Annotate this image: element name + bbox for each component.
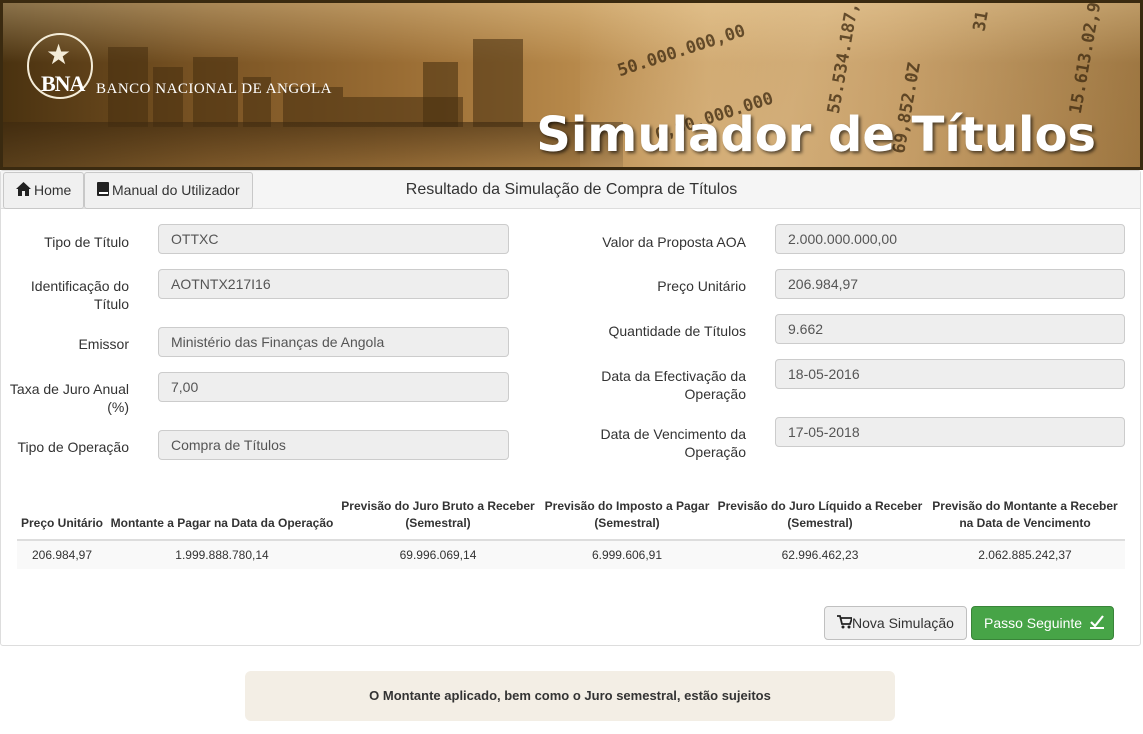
column-header: Previsão do Montante a Receber na Data d… [925,495,1125,541]
column-header: Previsão do Juro Líquido a Receber (Seme… [715,495,925,541]
column-header: Montante a Pagar na Data da Operação [107,495,337,541]
star-icon: ★ [46,39,72,70]
logo-text: BNA [41,71,85,96]
passo-seguinte-button[interactable]: Passo Seguinte [971,606,1114,640]
column-header: Previsão do Juro Bruto a Receber (Semest… [337,495,539,541]
field-valor-proposta: 2.000.000.000,00 [775,224,1125,254]
column-header: Previsão do Imposto a Pagar (Semestral) [539,495,715,541]
bna-logo: ★ BNA [27,33,93,99]
label-preco-unitario: Preço Unitário [657,278,746,294]
table-cell: 69.996.069,14 [337,540,539,569]
label-valor-proposta: Valor da Proposta AOA [602,234,746,250]
results-table: Preço Unitário Montante a Pagar na Data … [17,495,1125,569]
cart-icon [837,608,854,640]
table-cell: 206.984,97 [17,540,107,569]
simulation-result-panel: Home Manual do Utilizador Resultado da S… [0,170,1141,646]
passo-seguinte-label: Passo Seguinte [984,615,1083,631]
table-cell: 6.999.606,91 [539,540,715,569]
simulator-title: Simulador de Títulos [536,107,1096,163]
table-header-row: Preço Unitário Montante a Pagar na Data … [17,495,1125,541]
label-tipo-operacao: Tipo de Operação [17,439,129,455]
field-data-vencimento: 17-05-2018 [775,417,1125,447]
panel-heading: Home Manual do Utilizador Resultado da S… [1,171,1140,209]
notice-alert: O Montante aplicado, bem como o Juro sem… [245,671,895,721]
banner-number: 31 [969,9,993,33]
label-identificacao-titulo: Identificação do Título [30,278,129,312]
table-cell: 1.999.888.780,14 [107,540,337,569]
table-cell: 62.996.462,23 [715,540,925,569]
label-data-vencimento: Data de Vencimento da Operação [600,426,746,460]
table-row: 206.984,97 1.999.888.780,14 69.996.069,1… [17,540,1125,569]
field-emissor: Ministério das Finanças de Angola [158,327,509,357]
field-quantidade-titulos: 9.662 [775,314,1125,344]
check-edit-icon [1089,608,1104,640]
panel-title: Resultado da Simulação de Compra de Títu… [405,181,738,198]
header-banner: 50.000.000,00 55.534.187,9 0,00.000.000 … [0,0,1143,170]
label-data-efectivacao: Data da Efectivação da Operação [601,368,746,402]
field-data-efectivacao: 18-05-2016 [775,359,1125,389]
field-tipo-operacao: Compra de Títulos [158,430,509,460]
label-tipo-titulo: Tipo de Título [44,234,129,250]
bank-name: BANCO NACIONAL DE ANGOLA [96,81,333,97]
nova-simulacao-button[interactable]: Nova Simulação [824,606,967,640]
field-tipo-titulo: OTTXC [158,224,509,254]
banner-water [3,122,623,167]
nova-simulacao-label: Nova Simulação [852,615,954,631]
table-cell: 2.062.885.242,37 [925,540,1125,569]
column-header: Preço Unitário [17,495,107,541]
field-preco-unitario: 206.984,97 [775,269,1125,299]
label-emissor: Emissor [78,336,129,352]
label-quantidade-titulos: Quantidade de Títulos [608,323,746,339]
field-identificacao-titulo: AOTNTX217I16 [158,269,509,299]
label-taxa-juro: Taxa de Juro Anual (%) [9,381,129,415]
field-taxa-juro: 7,00 [158,372,509,402]
